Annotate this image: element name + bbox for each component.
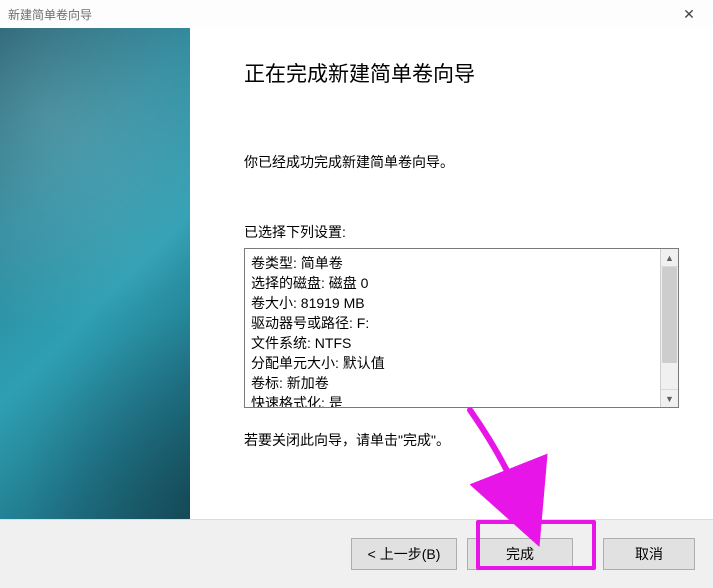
back-button-label: < 上一步(B): [368, 544, 441, 564]
cancel-button-label: 取消: [635, 544, 663, 564]
wizard-footer: < 上一步(B) 完成 取消: [0, 519, 713, 588]
chevron-up-icon: ▲: [665, 253, 674, 263]
cancel-button[interactable]: 取消: [603, 538, 695, 570]
scroll-down-button[interactable]: ▼: [661, 389, 678, 407]
settings-label: 已选择下列设置:: [244, 222, 679, 242]
settings-line: 卷大小: 81919 MB: [251, 293, 654, 313]
finish-button[interactable]: 完成: [467, 538, 573, 570]
client-area: 正在完成新建简单卷向导 你已经成功完成新建简单卷向导。 已选择下列设置: 卷类型…: [0, 28, 713, 520]
scroll-up-button[interactable]: ▲: [661, 249, 678, 267]
settings-line: 分配单元大小: 默认值: [251, 353, 654, 373]
scroll-thumb[interactable]: [662, 267, 677, 363]
wizard-side-graphic: [0, 28, 190, 520]
settings-summary-list: 卷类型: 简单卷 选择的磁盘: 磁盘 0 卷大小: 81919 MB 驱动器号或…: [245, 249, 660, 407]
close-icon: ✕: [683, 6, 695, 23]
settings-line: 快速格式化: 是: [251, 393, 654, 407]
settings-line: 驱动器号或路径: F:: [251, 313, 654, 333]
finish-button-label: 完成: [506, 544, 534, 564]
back-button[interactable]: < 上一步(B): [351, 538, 457, 570]
close-button[interactable]: ✕: [671, 2, 707, 26]
window-title: 新建简单卷向导: [8, 6, 92, 23]
vertical-scrollbar[interactable]: ▲ ▼: [660, 249, 678, 407]
closing-note: 若要关闭此向导，请单击"完成"。: [244, 430, 679, 450]
settings-summary-box: 卷类型: 简单卷 选择的磁盘: 磁盘 0 卷大小: 81919 MB 驱动器号或…: [244, 248, 679, 408]
chevron-down-icon: ▼: [665, 394, 674, 404]
wizard-window: 新建简单卷向导 ✕ 正在完成新建简单卷向导 你已经成功完成新建简单卷向导。 已选…: [0, 0, 713, 588]
title-bar: 新建简单卷向导 ✕: [0, 0, 713, 28]
wizard-content: 正在完成新建简单卷向导 你已经成功完成新建简单卷向导。 已选择下列设置: 卷类型…: [190, 28, 713, 520]
settings-line: 卷类型: 简单卷: [251, 253, 654, 273]
intro-text: 你已经成功完成新建简单卷向导。: [244, 152, 679, 172]
settings-line: 文件系统: NTFS: [251, 333, 654, 353]
settings-line: 卷标: 新加卷: [251, 373, 654, 393]
settings-line: 选择的磁盘: 磁盘 0: [251, 273, 654, 293]
page-title: 正在完成新建简单卷向导: [244, 58, 679, 88]
